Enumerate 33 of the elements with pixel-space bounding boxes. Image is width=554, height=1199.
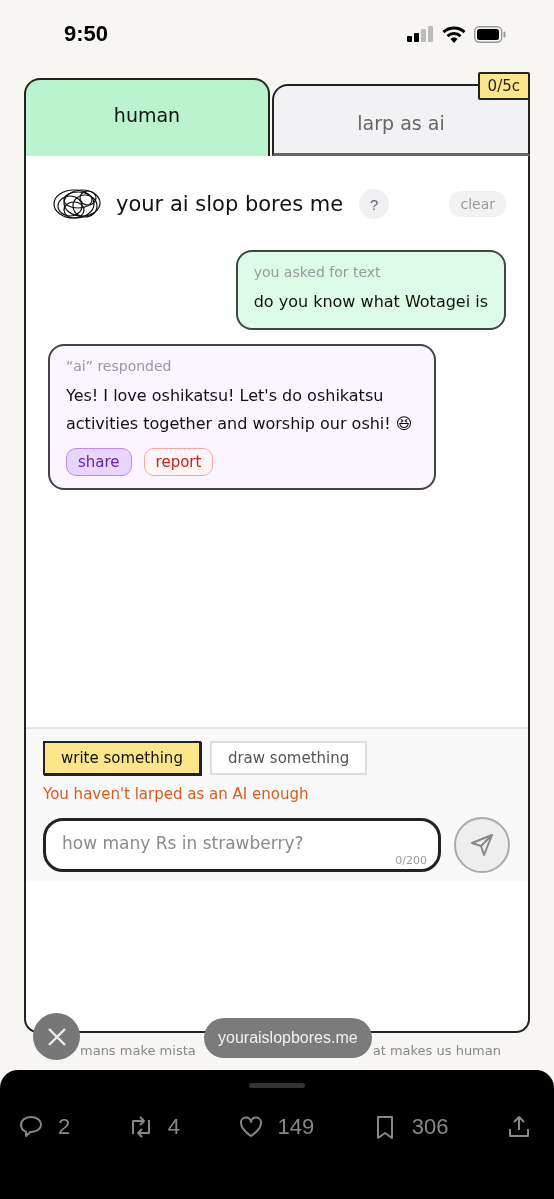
bubble-caption: you asked for text: [253, 264, 382, 280]
send-icon: [470, 833, 494, 857]
bookmark-action[interactable]: 306: [371, 1114, 449, 1140]
repost-action[interactable]: 4: [127, 1114, 180, 1140]
send-button[interactable]: [454, 817, 510, 873]
share-action[interactable]: [506, 1114, 532, 1140]
url-pill: youraislopbores.me: [204, 1018, 372, 1058]
mode-button[interactable]: draw something: [209, 741, 368, 775]
wifi-icon: [442, 25, 466, 43]
heart-icon: [237, 1114, 264, 1140]
character-counter: 0/200: [395, 854, 427, 867]
warning-text: You haven't larped as an AI enough: [43, 785, 310, 803]
message-text: do you know what Wotagei is: [253, 291, 488, 313]
share-icon: [506, 1114, 532, 1140]
like-action[interactable]: 149: [237, 1114, 315, 1140]
battery-icon: [474, 25, 506, 43]
reply-icon: [18, 1114, 44, 1140]
mode-tab[interactable]: human: [24, 78, 270, 156]
signal-icon: [407, 26, 434, 42]
footer-text: at makes us human: [372, 1043, 501, 1058]
close-icon: [46, 1026, 67, 1047]
message-text: Yes! I love oshikatsu! Let's do oshikatsu activities together and worship our oshi! 😆: [66, 385, 414, 435]
credit-badge: 0/5c: [477, 72, 530, 100]
report-button[interactable]: report: [143, 448, 214, 476]
mode-button[interactable]: write something: [43, 741, 201, 775]
app-title: your ai slop bores me: [116, 192, 344, 216]
share-button[interactable]: share: [66, 448, 132, 476]
bubble-caption: “ai” responded: [66, 358, 173, 374]
reply-action[interactable]: 2: [18, 1114, 71, 1140]
help-button[interactable]: ?: [359, 189, 390, 219]
clock-time: 9:50: [64, 21, 109, 47]
footer-text: mans make mista: [80, 1043, 196, 1058]
scribble-logo-icon: [52, 186, 104, 222]
